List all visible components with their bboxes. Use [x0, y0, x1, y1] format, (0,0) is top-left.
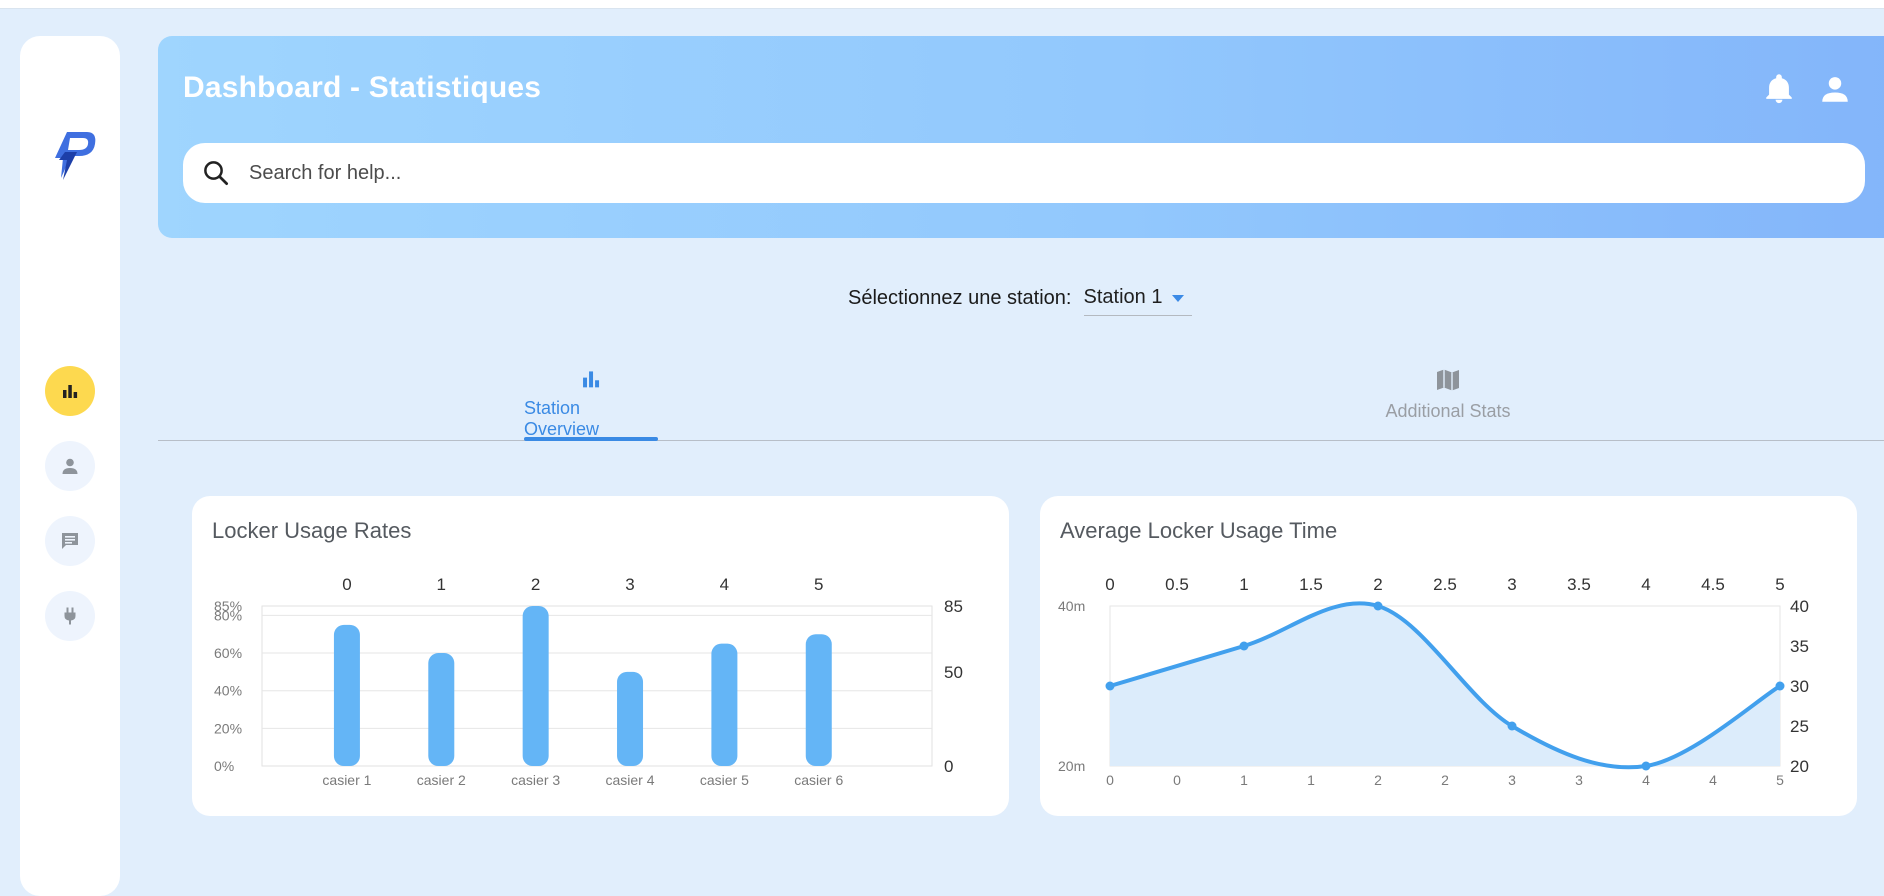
- search-bar: [183, 143, 1865, 203]
- bar-chart-icon: [583, 371, 600, 388]
- y-left-tick: 85%: [214, 598, 242, 614]
- average-usage-time-chart: 20m40m20253035400 0.5 1 1.5 2 2.5 3 3.5 4 4.5 50 0 1…: [1058, 575, 1809, 788]
- x-category-label: casier 5: [700, 772, 749, 788]
- x-top-tick: 5: [814, 575, 823, 594]
- x-top-tick: 2: [1373, 575, 1382, 594]
- x-bottom-tick: 3: [1575, 772, 1583, 788]
- y-right-tick: 85: [944, 597, 963, 616]
- locker-usage-rates-chart: 0%20%40%60%80%85%050850 1 2 3 4 5casier 1 casi…: [214, 575, 963, 788]
- x-bottom-tick: 5: [1776, 772, 1784, 788]
- tab-bar: Station Overview Additional Stats: [158, 355, 1884, 441]
- x-top-tick: 2.5: [1433, 575, 1457, 594]
- tab-label: Additional Stats: [1385, 401, 1511, 421]
- x-top-tick: 0.5: [1165, 575, 1189, 594]
- bar-2: [428, 653, 455, 766]
- sidebar-item-users[interactable]: [45, 441, 95, 491]
- y-right-tick: 0: [944, 757, 953, 776]
- station-dropdown[interactable]: Station 1: [1083, 281, 1192, 316]
- page-title: Dashboard - Statistiques: [183, 71, 542, 104]
- sidebar-item-messages[interactable]: [45, 516, 95, 566]
- header-banner: Dashboard - Statistiques: [158, 36, 1884, 238]
- tab-label: Station Overview: [524, 398, 600, 439]
- search-input[interactable]: [247, 160, 1751, 186]
- x-category-label: casier 6: [794, 772, 843, 788]
- x-top-tick: 1: [1239, 575, 1248, 594]
- y-left-tick: 20m: [1058, 758, 1085, 774]
- x-top-tick: 4.5: [1701, 575, 1725, 594]
- area-fill: [1110, 603, 1780, 768]
- plug-icon: [64, 607, 76, 625]
- x-top-tick: 1: [437, 575, 446, 594]
- x-top-tick: 0: [342, 575, 351, 594]
- data-point-5: [1775, 681, 1785, 691]
- bar-chart-icon: [63, 385, 78, 398]
- y-right-tick: 35: [1790, 637, 1809, 656]
- notification-bell-icon[interactable]: [1762, 70, 1796, 108]
- logo: [55, 132, 96, 180]
- y-right-tick: 50: [944, 663, 963, 682]
- bar-4: [617, 671, 644, 766]
- x-top-tick: 3.5: [1567, 575, 1591, 594]
- sidebar: [20, 36, 120, 896]
- x-category-label: casier 3: [511, 772, 560, 788]
- average-usage-time-card: Average Locker Usage Time 20m 40m 20 25 30 35…: [1040, 496, 1857, 816]
- data-point-2: [1373, 601, 1383, 611]
- sidebar-item-statistics[interactable]: [45, 366, 95, 416]
- account-icon[interactable]: [1818, 70, 1852, 108]
- bar-6: [805, 634, 832, 766]
- bar-1: [333, 624, 360, 766]
- y-right-tick: 30: [1790, 677, 1809, 696]
- data-point-1: [1239, 641, 1249, 651]
- x-top-tick: 3: [1507, 575, 1516, 594]
- y-left-tick: 20%: [214, 720, 242, 736]
- x-bottom-tick: 4: [1709, 772, 1717, 788]
- y-right-tick: 20: [1790, 757, 1809, 776]
- x-bottom-tick: 3: [1508, 772, 1516, 788]
- y-left-tick: 40%: [214, 683, 242, 699]
- data-point-3: [1507, 721, 1517, 731]
- x-bottom-tick: 1: [1240, 772, 1248, 788]
- sidebar-item-power[interactable]: [45, 591, 95, 641]
- x-top-tick: 0: [1105, 575, 1114, 594]
- station-label: Sélectionnez une station:: [848, 286, 1072, 309]
- message-icon: [62, 533, 78, 549]
- data-point-4: [1641, 761, 1651, 771]
- x-category-label: casier 2: [417, 772, 466, 788]
- x-top-tick: 2: [531, 575, 540, 594]
- x-top-tick: 4: [1641, 575, 1650, 594]
- station-selector-row: Sélectionnez une station: Station 1: [848, 280, 1192, 316]
- map-icon: [1437, 369, 1459, 391]
- active-tab-indicator: [524, 437, 658, 441]
- x-category-label: casier 1: [322, 772, 371, 788]
- bar-5: [711, 643, 738, 766]
- x-bottom-tick: 0: [1106, 772, 1114, 788]
- station-selected-value: Station 1: [1083, 286, 1163, 308]
- x-bottom-tick: 2: [1441, 772, 1449, 788]
- x-bottom-tick: 4: [1642, 772, 1650, 788]
- x-bottom-tick: 2: [1374, 772, 1382, 788]
- y-left-tick: 40m: [1058, 598, 1085, 614]
- y-right-tick: 25: [1790, 717, 1809, 736]
- data-point-0: [1105, 681, 1115, 691]
- chevron-down-icon: [1171, 294, 1184, 302]
- bar-3: [522, 606, 549, 766]
- x-top-tick: 5: [1775, 575, 1784, 594]
- x-category-label: casier 4: [606, 772, 655, 788]
- x-top-tick: 1.5: [1299, 575, 1323, 594]
- x-top-tick: 3: [625, 575, 634, 594]
- tab-station-overview[interactable]: Station Overview: [524, 355, 658, 440]
- y-left-tick: 60%: [214, 645, 242, 661]
- locker-usage-rates-card: Locker Usage Rates 0% 20% 40% 60% 80% 85% 0 50 8…: [192, 496, 1009, 816]
- y-left-tick: 0%: [214, 758, 234, 774]
- tab-additional-stats[interactable]: Additional Stats: [1378, 355, 1518, 440]
- x-bottom-tick: 0: [1173, 772, 1181, 788]
- x-bottom-tick: 1: [1307, 772, 1315, 788]
- search-icon: [204, 161, 228, 185]
- y-right-tick: 40: [1790, 597, 1809, 616]
- top-bar: [0, 0, 1884, 9]
- x-top-tick: 4: [720, 575, 729, 594]
- person-icon: [62, 458, 78, 474]
